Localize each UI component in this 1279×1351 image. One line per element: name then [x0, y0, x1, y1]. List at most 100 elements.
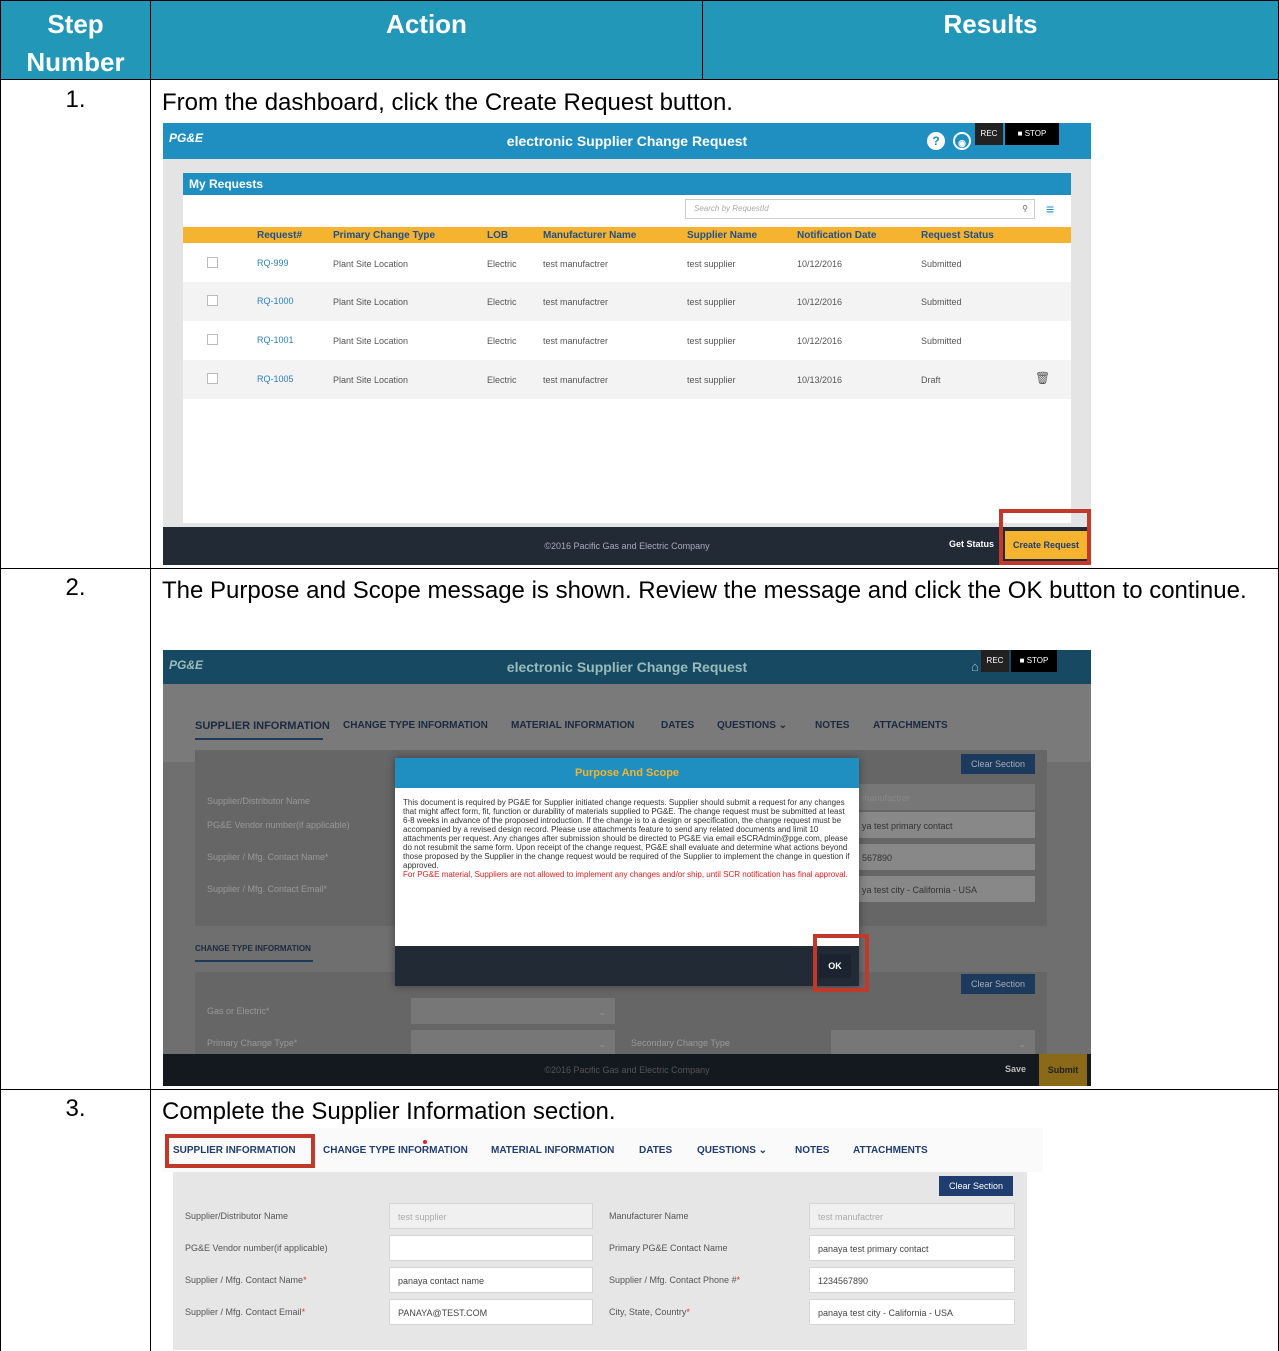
- contact-email-input[interactable]: PANAYA@TEST.COM: [389, 1299, 593, 1325]
- col-change-type[interactable]: Primary Change Type: [333, 230, 435, 241]
- stop-button[interactable]: ■ STOP: [1011, 650, 1057, 672]
- purpose-scope-modal: Purpose And Scope This document is requi…: [395, 758, 859, 986]
- step-number: 1.: [65, 86, 86, 113]
- active-tab-underline: [195, 738, 323, 740]
- section-title-change-type: CHANGE TYPE INFORMATION: [195, 944, 311, 953]
- bg-input[interactable]: manufactrer: [853, 784, 1035, 810]
- app-header: electronic Supplier Change Request: [163, 123, 1091, 159]
- tab-notes[interactable]: NOTES: [815, 720, 849, 731]
- secondary-change-select[interactable]: ⌄: [831, 1030, 1035, 1056]
- header-action-label: Action: [386, 9, 467, 39]
- input-value: panaya test city - California - USA: [818, 1308, 954, 1318]
- cell-manufacturer: test manufactrer: [543, 375, 609, 385]
- tab-notes[interactable]: NOTES: [795, 1145, 829, 1156]
- tab-supplier-information[interactable]: SUPPLIER INFORMATION: [195, 720, 330, 732]
- request-link[interactable]: RQ-1000: [257, 296, 294, 306]
- trash-icon[interactable]: 🗑: [1035, 371, 1050, 385]
- bg-input[interactable]: ya test city - California - USA: [853, 876, 1035, 902]
- request-link[interactable]: RQ-1005: [257, 374, 294, 384]
- red-marker: [423, 1140, 427, 1144]
- field-label: Supplier / Mfg. Contact Phone #*: [609, 1275, 740, 1285]
- cell-change-type: Plant Site Location: [333, 259, 409, 269]
- field-label: Manufacturer Name: [609, 1211, 689, 1221]
- city-state-country-input[interactable]: panaya test city - California - USA: [809, 1299, 1015, 1325]
- col-request[interactable]: Request#: [257, 230, 302, 241]
- col-status[interactable]: Request Status: [921, 230, 994, 241]
- tab-dates[interactable]: DATES: [639, 1145, 672, 1156]
- user-icon[interactable]: ◉: [953, 132, 971, 150]
- rec-button[interactable]: REC: [981, 650, 1009, 672]
- clear-section-button[interactable]: Clear Section: [961, 754, 1035, 774]
- cell-supplier: test supplier: [687, 259, 736, 269]
- field-label: Supplier / Mfg. Contact Name*: [185, 1275, 307, 1285]
- tab-material-information[interactable]: MATERIAL INFORMATION: [511, 720, 634, 731]
- tab-material-information[interactable]: MATERIAL INFORMATION: [491, 1145, 614, 1156]
- col-manufacturer[interactable]: Manufacturer Name: [543, 230, 636, 241]
- manufacturer-name-input[interactable]: test manufactrer: [809, 1203, 1015, 1229]
- search-placeholder: Search by RequestId: [694, 204, 769, 213]
- required-mark: *: [736, 1275, 741, 1285]
- field-label: Supplier / Mfg. Contact Email*: [207, 884, 328, 894]
- field-label: Secondary Change Type: [631, 1038, 730, 1048]
- highlight-box: [165, 1134, 315, 1168]
- col-lob[interactable]: LOB: [487, 230, 508, 241]
- help-icon[interactable]: ?: [927, 132, 945, 150]
- required-mark: *: [686, 1307, 690, 1317]
- step-instruction: Complete the Supplier Information sectio…: [162, 1098, 616, 1125]
- primary-change-select[interactable]: ⌄: [411, 1030, 615, 1056]
- cell-supplier: test supplier: [687, 297, 736, 307]
- clear-section-button[interactable]: Clear Section: [961, 974, 1035, 994]
- clear-section-button[interactable]: Clear Section: [939, 1176, 1013, 1196]
- tab-dates[interactable]: DATES: [661, 720, 694, 731]
- col-notification-date[interactable]: Notification Date: [797, 230, 876, 241]
- rec-button[interactable]: REC: [975, 123, 1003, 145]
- pge-contact-input[interactable]: panaya test primary contact: [809, 1235, 1015, 1261]
- tab-questions[interactable]: QUESTIONS ⌄: [717, 720, 787, 731]
- field-label: Supplier / Mfg. Contact Name*: [207, 852, 329, 862]
- tab-attachments[interactable]: ATTACHMENTS: [873, 720, 948, 731]
- table-row[interactable]: RQ-1005 Plant Site Location Electric tes…: [183, 360, 1071, 399]
- submit-button[interactable]: Submit: [1039, 1054, 1087, 1086]
- home-icon[interactable]: ⌂: [971, 659, 979, 674]
- cell-lob: Electric: [487, 259, 517, 269]
- row-checkbox[interactable]: [207, 334, 218, 345]
- vendor-number-input[interactable]: [389, 1235, 593, 1261]
- header-results-label: Results: [943, 9, 1038, 39]
- label-text: City, State, Country: [609, 1307, 687, 1317]
- table-row[interactable]: RQ-1000 Plant Site Location Electric tes…: [183, 282, 1071, 321]
- cell-manufacturer: test manufactrer: [543, 259, 609, 269]
- menu-icon[interactable]: ≡: [1046, 202, 1054, 216]
- tab-questions[interactable]: QUESTIONS ⌄: [697, 1145, 767, 1156]
- table-row[interactable]: RQ-1001 Plant Site Location Electric tes…: [183, 321, 1071, 360]
- request-link[interactable]: RQ-999: [257, 258, 289, 268]
- cell-date: 10/13/2016: [797, 375, 843, 385]
- modal-body-text: This document is required by PG&E for Su…: [403, 798, 850, 870]
- tab-change-type-information[interactable]: CHANGE TYPE INFORMATION: [323, 1145, 468, 1156]
- header-results: Results: [702, 0, 1279, 80]
- row-checkbox[interactable]: [207, 257, 218, 268]
- bg-input[interactable]: 567890: [853, 844, 1035, 870]
- search-input[interactable]: Search by RequestId ⚲: [685, 199, 1035, 219]
- contact-name-input[interactable]: panaya contact name: [389, 1267, 593, 1293]
- save-button[interactable]: Save: [1005, 1064, 1026, 1074]
- col-supplier[interactable]: Supplier Name: [687, 230, 757, 241]
- contact-phone-input[interactable]: 1234567890: [809, 1267, 1015, 1293]
- row-checkbox[interactable]: [207, 295, 218, 306]
- bg-input[interactable]: ya test primary contact: [853, 812, 1035, 838]
- row-checkbox[interactable]: [207, 373, 218, 384]
- supplier-name-input[interactable]: test supplier: [389, 1203, 593, 1229]
- get-status-button[interactable]: Get Status: [949, 539, 994, 549]
- table-row[interactable]: RQ-999 Plant Site Location Electric test…: [183, 244, 1071, 282]
- search-icon[interactable]: ⚲: [1022, 200, 1028, 218]
- modal-footer: [395, 946, 859, 986]
- step-instruction: From the dashboard, click the Create Req…: [162, 89, 733, 116]
- highlight-box: [813, 934, 869, 992]
- stop-button[interactable]: ■ STOP: [1005, 123, 1059, 145]
- tab-attachments[interactable]: ATTACHMENTS: [853, 1145, 928, 1156]
- input-value: test manufactrer: [818, 1212, 884, 1222]
- cell-supplier: test supplier: [687, 375, 736, 385]
- request-link[interactable]: RQ-1001: [257, 335, 294, 345]
- tab-change-type-information[interactable]: CHANGE TYPE INFORMATION: [343, 720, 488, 731]
- gas-electric-select[interactable]: ⌄: [411, 998, 615, 1024]
- field-label: Primary Change Type*: [207, 1038, 298, 1048]
